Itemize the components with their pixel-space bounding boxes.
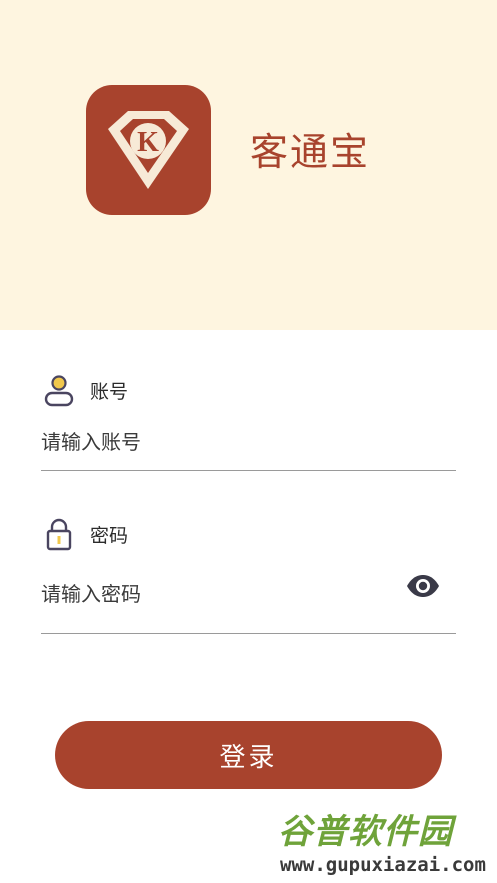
watermark: 谷普软件园 www.gupuxiazai.com	[272, 812, 494, 880]
account-underline	[41, 470, 456, 471]
password-label: 密码	[90, 524, 129, 547]
user-icon	[43, 373, 75, 407]
hero-banner: K 客通宝	[0, 0, 497, 330]
app-name: 客通宝	[250, 130, 371, 174]
password-visibility-toggle[interactable]	[405, 572, 441, 600]
password-label-row: 密码	[43, 517, 128, 551]
logo-letter: K	[137, 127, 159, 158]
password-underline	[41, 633, 456, 634]
watermark-url: www.gupuxiazai.com	[280, 854, 486, 876]
login-button[interactable]: 登录	[55, 721, 442, 789]
lock-icon	[43, 517, 75, 551]
diamond-logo-icon: K	[108, 111, 189, 189]
account-label: 账号	[90, 380, 129, 403]
watermark-title: 谷普软件园	[278, 812, 453, 852]
password-input[interactable]	[41, 579, 401, 609]
account-label-row: 账号	[43, 373, 128, 407]
eye-icon	[407, 575, 439, 597]
login-screen: K 客通宝 账号 密码	[0, 0, 497, 883]
account-input[interactable]	[41, 427, 401, 457]
app-logo: K	[86, 85, 211, 215]
